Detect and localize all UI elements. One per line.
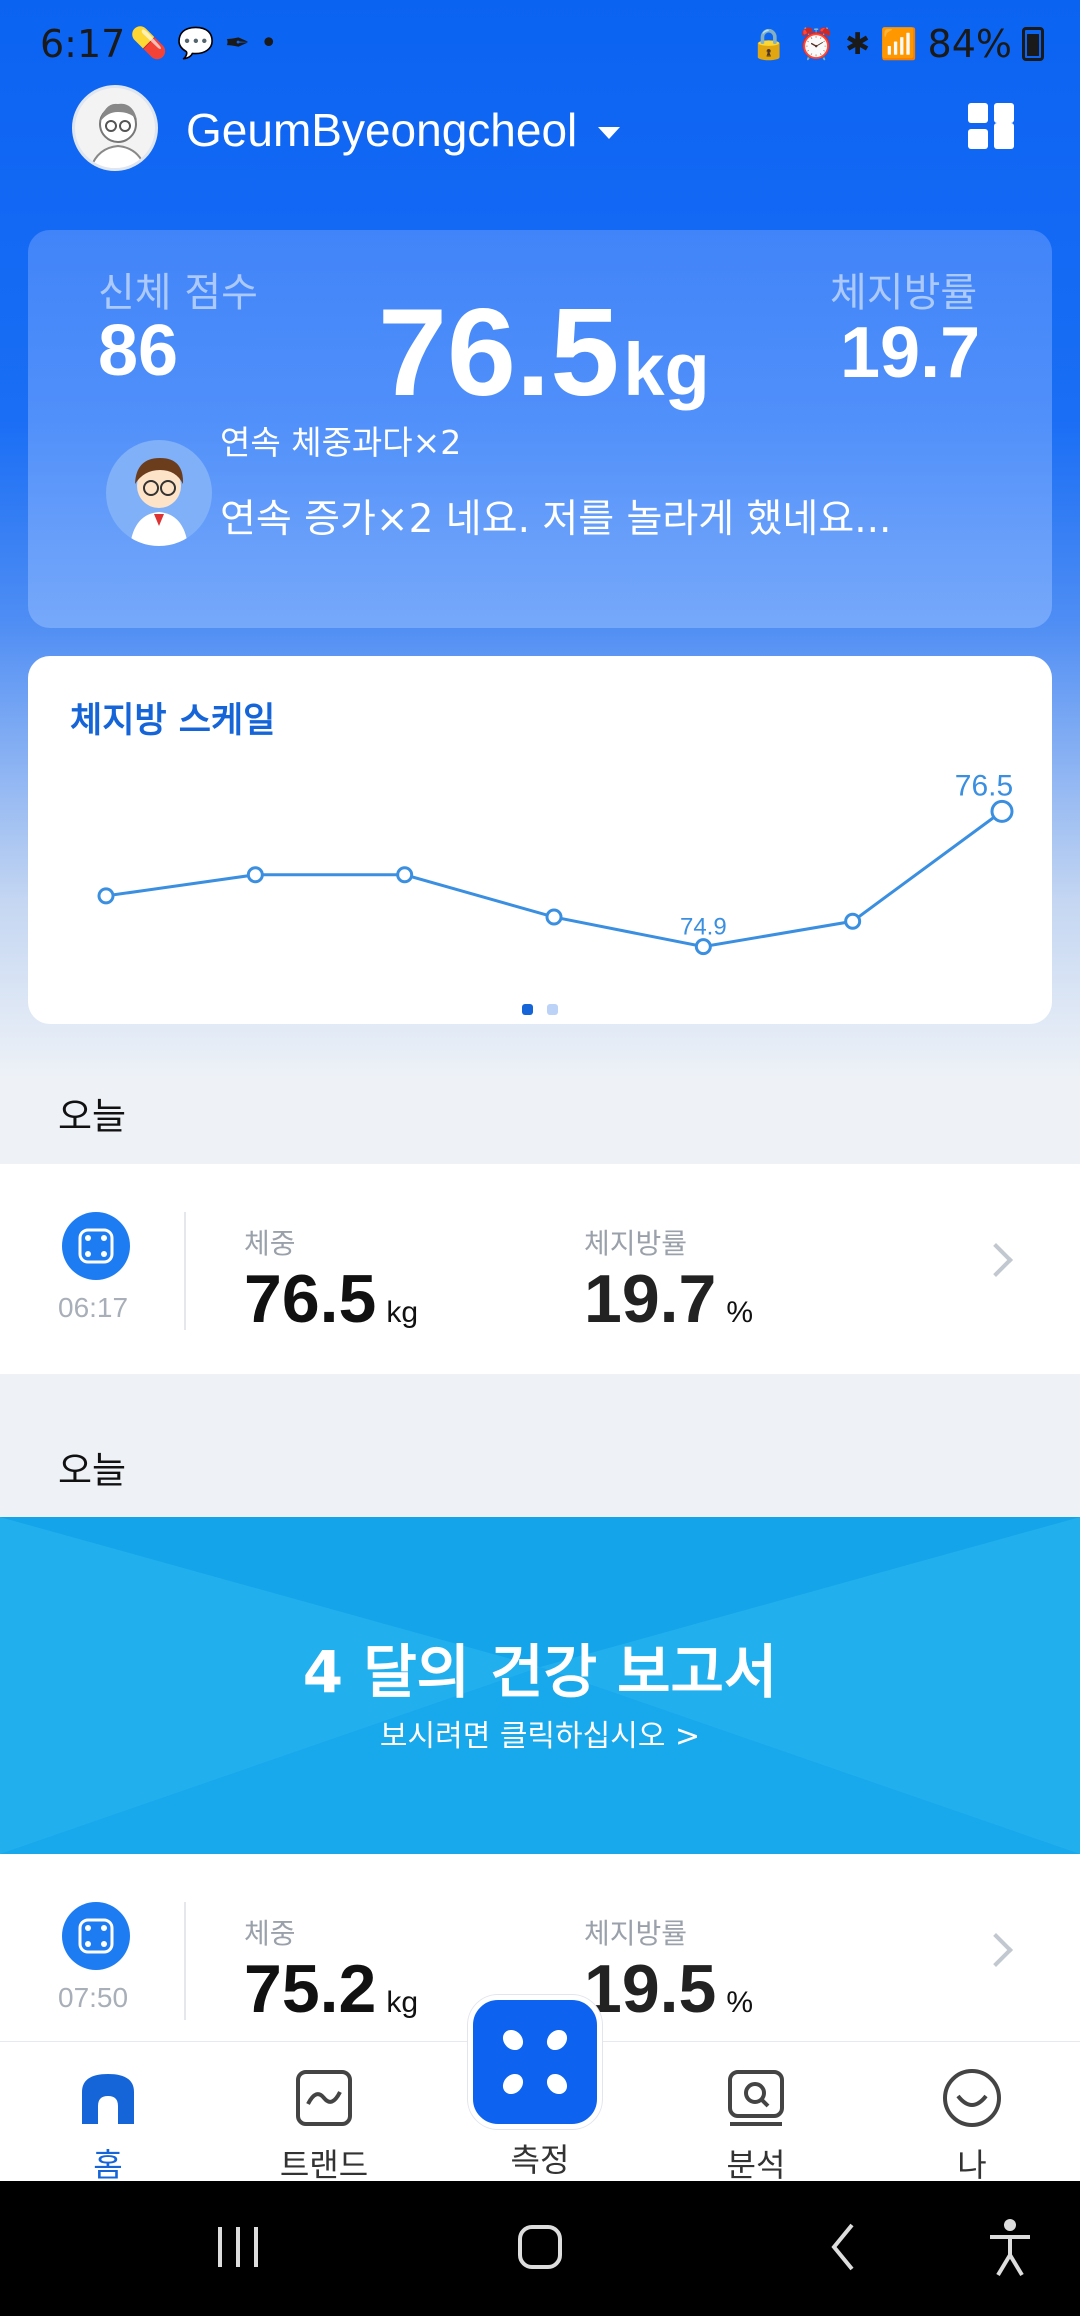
- weight-label: 체중: [244, 1917, 296, 1950]
- system-nav-bar: [0, 2181, 1080, 2316]
- fat-label: 체지방률: [584, 1227, 688, 1260]
- weight-chart-card[interactable]: 체지방 스케일 74.9 76.5: [28, 656, 1052, 1024]
- header: GeumByeongcheol: [0, 85, 1080, 185]
- nav-trend[interactable]: 트랜드: [216, 2042, 432, 2184]
- banner-subtitle[interactable]: 보시려면 클릭하십시오 >: [0, 1711, 1080, 1755]
- back-icon[interactable]: [831, 2223, 854, 2271]
- banner-title: 4 달의 건강 보고서: [302, 1638, 778, 1706]
- system-icons: 🔒 ⏰ ✱ 📶 84%: [750, 22, 1044, 66]
- chart-point[interactable]: [246, 866, 264, 884]
- chart-point[interactable]: [990, 799, 1014, 823]
- record-weight-value: 75.2: [244, 1951, 377, 2027]
- body-fat-label: 체지방률: [830, 270, 978, 316]
- body-score-value: 86: [98, 311, 179, 391]
- pill-icon: 💊: [130, 26, 178, 61]
- chart-point[interactable]: [694, 938, 712, 956]
- home-icon: [82, 2074, 134, 2124]
- wifi-icon: 📶: [880, 26, 918, 62]
- recents-icon[interactable]: [218, 2227, 258, 2267]
- username[interactable]: GeumByeongcheol: [186, 103, 577, 157]
- bluetooth-icon: ✱: [845, 26, 871, 62]
- record-weight-value: 76.5: [244, 1261, 377, 1337]
- measurement-record[interactable]: 06:17 체중 76.5 kg 체지방률 19.7%: [0, 1164, 1080, 1374]
- dot-icon: •: [259, 26, 288, 61]
- scale-icon: [62, 1902, 130, 1970]
- chevron-right-icon[interactable]: [979, 1933, 1013, 1967]
- nav-me[interactable]: 나: [864, 2042, 1080, 2184]
- measure-button[interactable]: [468, 1995, 602, 2129]
- avatar[interactable]: [72, 85, 158, 171]
- weight-trend-chart: 74.9 76.5: [97, 769, 1014, 956]
- record-time: 07:50: [58, 1982, 129, 2013]
- chart-point[interactable]: [396, 866, 414, 884]
- current-weight: 76.5kg: [378, 282, 710, 424]
- chart-point[interactable]: [97, 887, 115, 905]
- battery-text: 84%: [927, 22, 1012, 66]
- coach-message-title: 연속 체중과다×2: [220, 423, 462, 462]
- nav-home[interactable]: 홈: [0, 2042, 216, 2184]
- battery-icon: [1022, 27, 1044, 61]
- record-weight-unit: kg: [386, 1986, 419, 2019]
- section-label-today: 오늘: [58, 1095, 127, 1138]
- record-fat-value: 19.5: [584, 1951, 717, 2027]
- nav-home-label: 홈: [93, 2146, 123, 2184]
- body-summary-card[interactable]: 신체 점수 86 76.5kg 체지방률 19.7 연속 체중과다×2 연속 증…: [28, 230, 1052, 628]
- record-fat-unit: %: [726, 1296, 754, 1329]
- notification-icons: 💊💬✒•: [130, 26, 288, 61]
- chart-point[interactable]: [545, 908, 563, 926]
- trend-icon: [296, 2070, 352, 2126]
- chart-data-label: 76.5: [955, 769, 1013, 802]
- section-label-today: 오늘: [58, 1449, 127, 1492]
- status-bar: 6:17 💊💬✒• 🔒 ⏰ ✱ 📶 84%: [0, 0, 1080, 90]
- divider: [184, 1212, 186, 1330]
- record-fat-value: 19.7: [584, 1261, 717, 1337]
- scale-icon: [62, 1212, 130, 1280]
- alarm-icon: ⏰: [797, 26, 836, 62]
- pen-icon: ✒: [224, 26, 260, 61]
- nav-analysis-label: 분석: [726, 2146, 786, 2184]
- weight-value: 76.5: [378, 284, 620, 422]
- widgets-grid-icon[interactable]: [968, 103, 1018, 153]
- divider: [184, 1902, 186, 2020]
- coach-avatar: [106, 440, 212, 546]
- record-fat: 19.7%: [584, 1260, 753, 1338]
- record-weight-unit: kg: [386, 1296, 419, 1329]
- chevron-right-icon[interactable]: [979, 1243, 1013, 1277]
- talk-icon: 💬: [177, 26, 225, 61]
- record-time: 06:17: [58, 1292, 129, 1323]
- chart-point[interactable]: [844, 912, 862, 930]
- chart-data-label: 74.9: [680, 914, 727, 941]
- nav-analysis[interactable]: 분석: [648, 2042, 864, 2184]
- home-nav-icon[interactable]: [518, 2225, 562, 2269]
- measure-icon: [502, 2029, 568, 2095]
- status-time: 6:17: [40, 22, 126, 66]
- measure-label: 측정: [510, 2141, 570, 2179]
- page-dot-2: [547, 1004, 558, 1015]
- record-weight: 76.5 kg: [244, 1260, 418, 1338]
- account-dropdown-icon[interactable]: [598, 127, 620, 139]
- page-dot-1: [522, 1004, 533, 1015]
- nav-me-label: 나: [957, 2146, 987, 2184]
- record-weight: 75.2 kg: [244, 1950, 418, 2028]
- weight-label: 체중: [244, 1227, 296, 1260]
- record-fat: 19.5%: [584, 1950, 753, 2028]
- page-indicator: [522, 1004, 558, 1015]
- record-fat-unit: %: [726, 1986, 754, 2019]
- accessibility-icon[interactable]: [990, 2219, 1030, 2277]
- analysis-icon: [728, 2070, 784, 2126]
- coach-message-body: 연속 증가×2 네요. 저를 놀라게 했네요...: [220, 497, 892, 542]
- lock-icon: 🔒: [750, 26, 788, 62]
- fat-label: 체지방률: [584, 1917, 688, 1950]
- body-fat-value: 19.7: [840, 313, 981, 393]
- chart-series-line: [105, 810, 1003, 949]
- weight-unit: kg: [623, 328, 710, 411]
- health-report-banner[interactable]: 4 달의 건강 보고서 보시려면 클릭하십시오 >: [0, 1517, 1080, 1854]
- me-icon: [943, 2069, 1001, 2127]
- nav-trend-label: 트랜드: [279, 2146, 369, 2184]
